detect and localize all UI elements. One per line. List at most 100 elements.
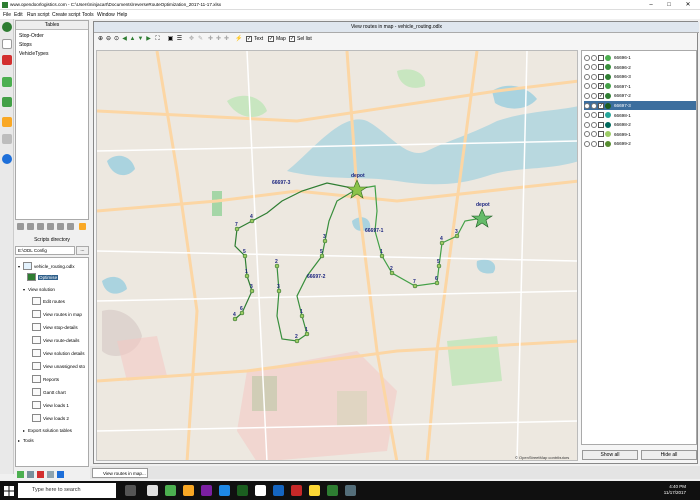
add-point-icon[interactable]: ✚: [207, 36, 214, 43]
lock-icon[interactable]: [591, 121, 597, 128]
table-tool-icon[interactable]: [67, 223, 74, 230]
draw-icon[interactable]: ✎: [197, 36, 204, 43]
scripts-path-field[interactable]: E:\ODL Config: [15, 246, 75, 255]
route-checkbox[interactable]: [598, 112, 604, 119]
pan-left-icon[interactable]: ◀: [121, 36, 128, 43]
tree-node-gantt-chart[interactable]: Gantt chart: [32, 388, 66, 396]
visibility-icon[interactable]: [584, 54, 590, 61]
lock-icon[interactable]: [591, 54, 597, 61]
tree-node-view-solution-details[interactable]: View solution details: [32, 349, 85, 357]
map-checkbox[interactable]: ✓: [268, 36, 274, 42]
odl-studio-icon[interactable]: [327, 485, 338, 496]
lock-icon[interactable]: [591, 102, 597, 109]
taskbar-app-icon[interactable]: [309, 485, 320, 496]
legend-row[interactable]: ✓ 66697-3: [584, 101, 696, 110]
new-icon[interactable]: [2, 22, 12, 32]
route-icon[interactable]: ⚡: [235, 36, 242, 43]
copy-icon[interactable]: [47, 471, 54, 478]
lock-icon[interactable]: [591, 140, 597, 147]
taskbar-app-icon[interactable]: [165, 485, 176, 496]
legend-row[interactable]: 66696-3: [584, 72, 696, 81]
table-tool-icon[interactable]: [57, 223, 64, 230]
lock-icon[interactable]: [591, 83, 597, 90]
edit-icon[interactable]: [27, 471, 34, 478]
taskbar-app-icon[interactable]: [219, 485, 230, 496]
tree-node-view-loads-1[interactable]: View loads 1: [32, 401, 69, 409]
add-point-icon[interactable]: ✚: [223, 36, 230, 43]
visibility-icon[interactable]: [584, 64, 590, 71]
legend-row[interactable]: 66696-2: [584, 63, 696, 72]
visibility-icon[interactable]: [584, 92, 590, 99]
route-checkbox[interactable]: [598, 54, 604, 61]
lock-icon[interactable]: [591, 112, 597, 119]
menu-run-script[interactable]: Run script: [27, 12, 50, 18]
tree-node-root[interactable]: ▾ vehicle_routing.odlx: [18, 262, 75, 270]
menu-file[interactable]: File: [3, 12, 11, 18]
route-line[interactable]: [356, 185, 483, 287]
visibility-icon[interactable]: [584, 140, 590, 147]
tree-node-view-unassigned[interactable]: View unassigned sto: [32, 362, 85, 370]
help-icon[interactable]: [2, 154, 12, 164]
fill-icon[interactable]: ⛶: [154, 36, 161, 43]
taskbar-app-icon[interactable]: [273, 485, 284, 496]
add-point-icon[interactable]: ✚: [215, 36, 222, 43]
pan-right-icon[interactable]: ▶: [145, 36, 152, 43]
route-checkbox[interactable]: [598, 140, 604, 147]
open-file-icon[interactable]: [2, 39, 12, 49]
maximize-icon[interactable]: □: [662, 1, 676, 9]
taskbar-search-input[interactable]: Type here to search: [18, 483, 116, 498]
zoom-in-icon[interactable]: ⊕: [97, 36, 104, 43]
excel-icon[interactable]: [237, 485, 248, 496]
export-icon[interactable]: [2, 97, 12, 107]
zoom-out-icon[interactable]: ⊖: [105, 36, 112, 43]
zoom-fit-icon[interactable]: ⊙: [113, 36, 120, 43]
visibility-icon[interactable]: [584, 112, 590, 119]
legend-row[interactable]: ✓ 66697-2: [584, 91, 696, 100]
visibility-icon[interactable]: [584, 121, 590, 128]
tree-node-view-routes-map[interactable]: View routes in map: [32, 310, 82, 318]
route-checkbox[interactable]: [598, 64, 604, 71]
visibility-icon[interactable]: [584, 83, 590, 90]
visibility-icon[interactable]: [584, 102, 590, 109]
table-tool-icon[interactable]: [17, 223, 24, 230]
tree-node-export-solution[interactable]: ▸ Export solution tables: [23, 428, 72, 433]
route-line[interactable]: [234, 182, 358, 320]
route-checkbox[interactable]: ✓: [598, 92, 604, 99]
table-tool-icon[interactable]: [37, 223, 44, 230]
tree-node-view-stop-details[interactable]: View stop-details: [32, 323, 78, 331]
move-icon[interactable]: ✥: [188, 36, 195, 43]
lock-icon[interactable]: [591, 64, 597, 71]
legend-row[interactable]: 66698-2: [584, 120, 696, 129]
lock-icon[interactable]: [591, 73, 597, 80]
route-line[interactable]: [276, 188, 358, 342]
menu-help[interactable]: Help: [117, 12, 127, 18]
windows-start-icon[interactable]: [4, 486, 14, 496]
file-explorer-icon[interactable]: [183, 485, 194, 496]
run-icon[interactable]: [57, 471, 64, 478]
taskbar-app-icon[interactable]: [345, 485, 356, 496]
route-checkbox[interactable]: ✓: [598, 102, 604, 109]
delete-icon[interactable]: [2, 55, 12, 65]
tree-node-view-solution[interactable]: ▾ View solution: [23, 287, 55, 292]
select-icon[interactable]: ▣: [167, 36, 174, 43]
undo-icon[interactable]: [2, 117, 12, 127]
table-item[interactable]: Stop-Order: [19, 33, 44, 39]
route-checkbox[interactable]: [598, 73, 604, 80]
show-all-button[interactable]: Show all: [582, 450, 638, 460]
taskbar-app-icon[interactable]: [201, 485, 212, 496]
task-view-icon[interactable]: [147, 485, 158, 496]
legend-row[interactable]: 66699-2: [584, 139, 696, 148]
legend-row[interactable]: ✓ 66697-1: [584, 82, 696, 91]
route-checkbox[interactable]: ✓: [598, 83, 604, 90]
depot-marker[interactable]: depot: [471, 202, 493, 228]
menu-tools[interactable]: Tools: [82, 12, 94, 18]
pan-up-icon[interactable]: ▲: [129, 36, 136, 43]
map-canvas[interactable]: 66697-3 66697-2 66697-1 depot depot 7 5 1 3…: [96, 50, 578, 461]
visibility-icon[interactable]: [584, 131, 590, 138]
browse-button[interactable]: ...: [76, 246, 89, 255]
text-checkbox[interactable]: ✓: [246, 36, 252, 42]
table-item[interactable]: VehicleTypes: [19, 51, 48, 57]
map-window-tab[interactable]: View routes in map...: [92, 468, 148, 478]
mic-icon[interactable]: [125, 485, 136, 496]
search-icon[interactable]: [79, 223, 86, 230]
